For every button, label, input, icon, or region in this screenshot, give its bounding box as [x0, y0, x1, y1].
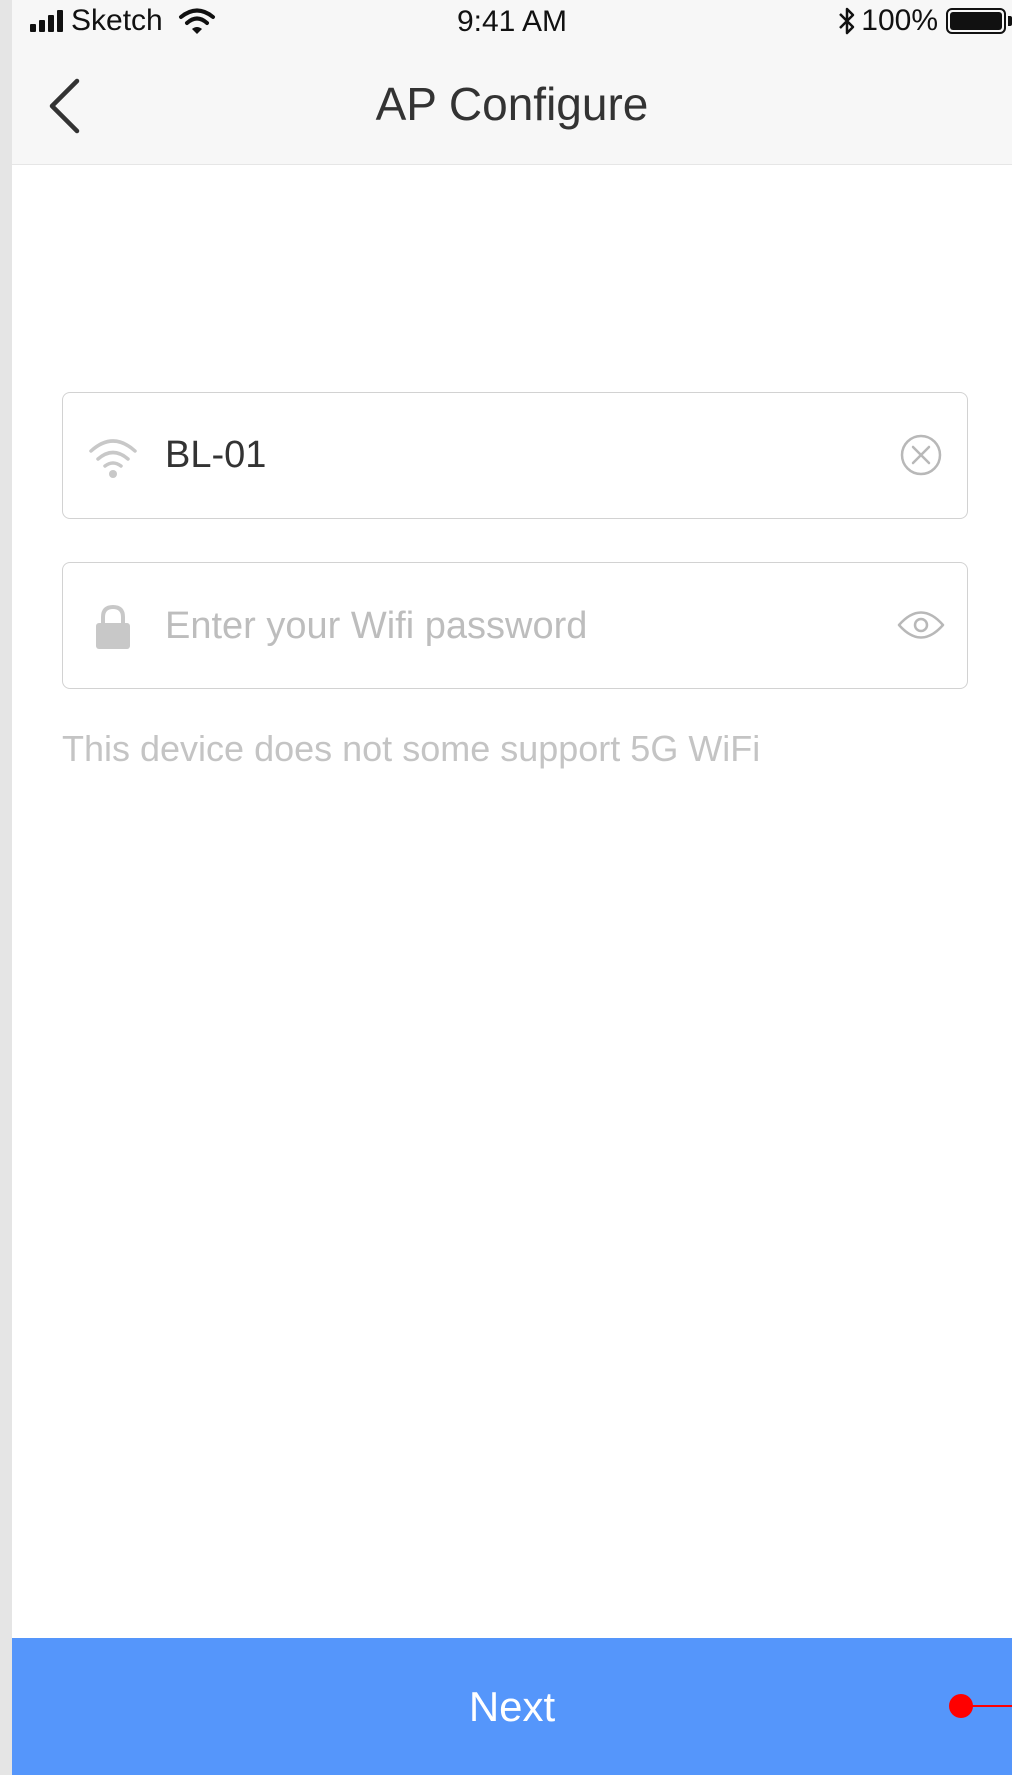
- left-gutter: [0, 0, 12, 1775]
- lock-icon: [85, 599, 141, 655]
- navigation-bar: AP Configure: [12, 44, 1012, 165]
- back-button[interactable]: [34, 76, 94, 136]
- battery-tip: [1008, 16, 1012, 26]
- 5g-support-hint: This device does not some support 5G WiF…: [62, 728, 761, 769]
- clear-button[interactable]: [891, 425, 951, 485]
- phone-screen: Sketch 9:41 AM 100% AP Configure BL-01 T…: [12, 0, 1012, 1775]
- wifi-icon: [85, 429, 141, 485]
- wifi-ssid-field[interactable]: BL-01: [62, 392, 968, 519]
- next-button[interactable]: Next: [12, 1638, 1012, 1775]
- status-right: 100%: [837, 4, 1012, 38]
- ssid-value[interactable]: BL-01: [165, 393, 266, 517]
- bluetooth-icon: [839, 7, 855, 35]
- red-dot-marker: [949, 1694, 1012, 1718]
- status-bar: Sketch 9:41 AM 100%: [12, 0, 1012, 44]
- chevron-left-icon: [49, 78, 80, 134]
- battery-icon: [946, 8, 1006, 34]
- eye-icon: [897, 611, 945, 639]
- page-title: AP Configure: [375, 78, 649, 130]
- password-input[interactable]: [165, 591, 865, 661]
- toggle-password-visibility-button[interactable]: [891, 595, 951, 655]
- battery-percent: 100%: [861, 4, 938, 37]
- clear-circle-icon: [900, 434, 942, 476]
- wifi-password-field[interactable]: [62, 562, 968, 689]
